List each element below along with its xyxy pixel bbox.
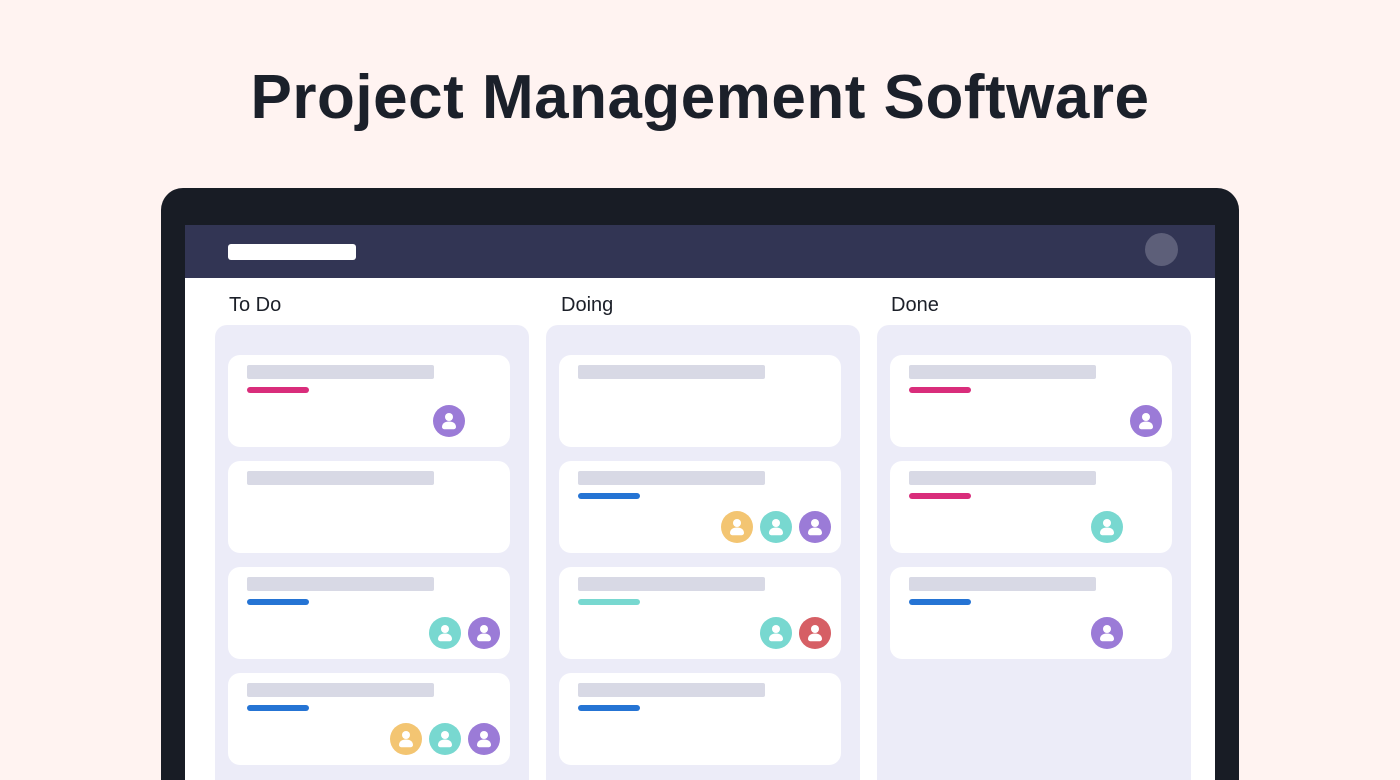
assignee-avatar[interactable] [721,511,753,543]
assignee-list [1130,405,1162,437]
person-icon [730,519,744,536]
card-tag [909,599,971,605]
person-icon [442,413,456,430]
column-title-done: Done [891,294,939,316]
card-title-placeholder [578,577,765,591]
profile-avatar[interactable] [1145,233,1178,266]
card-tag [578,705,640,711]
task-card[interactable] [228,567,510,659]
assignee-avatar[interactable] [799,617,831,649]
task-card[interactable] [890,355,1172,447]
card-title-placeholder [909,577,1096,591]
person-icon [477,625,491,642]
person-icon [808,519,822,536]
card-title-placeholder [247,683,434,697]
person-icon [1100,519,1114,536]
card-tag [578,493,640,499]
app-screen: To Do Doing Done [185,225,1215,780]
assignee-avatar[interactable] [760,511,792,543]
task-card[interactable] [559,355,841,447]
assignee-avatar[interactable] [390,723,422,755]
card-title-placeholder [247,471,434,485]
assignee-avatar[interactable] [1091,617,1123,649]
task-card[interactable] [559,461,841,553]
assignee-avatar[interactable] [799,511,831,543]
card-title-placeholder [247,365,434,379]
task-card[interactable] [559,673,841,765]
person-icon [769,625,783,642]
assignee-list [760,617,831,649]
column-title-to-do: To Do [229,294,282,316]
app-logo[interactable] [228,244,356,260]
assignee-list [721,511,831,543]
card-tag [247,705,309,711]
assignee-list [1091,511,1123,543]
person-icon [1139,413,1153,430]
assignee-avatar[interactable] [468,617,500,649]
task-card[interactable] [228,355,510,447]
column-title-doing: Doing [561,294,614,316]
person-icon [477,731,491,748]
task-card[interactable] [228,461,510,553]
task-card[interactable] [890,461,1172,553]
assignee-list [433,405,465,437]
assignee-list [390,723,500,755]
assignee-avatar[interactable] [760,617,792,649]
assignee-avatar[interactable] [429,723,461,755]
person-icon [438,731,452,748]
person-icon [399,731,413,748]
person-icon [1100,625,1114,642]
task-card[interactable] [890,567,1172,659]
person-icon [769,519,783,536]
task-card[interactable] [228,673,510,765]
assignee-avatar[interactable] [1130,405,1162,437]
card-tag [247,387,309,393]
page: Project Management Software To Do Doing … [0,0,1400,780]
card-title-placeholder [578,683,765,697]
app-header [185,225,1215,278]
card-tag [247,599,309,605]
card-title-placeholder [247,577,434,591]
assignee-list [1091,617,1123,649]
column-done [877,325,1191,780]
person-icon [438,625,452,642]
assignee-avatar[interactable] [1091,511,1123,543]
assignee-avatar[interactable] [433,405,465,437]
card-title-placeholder [578,365,765,379]
page-title: Project Management Software [250,63,1150,132]
card-tag [909,387,971,393]
card-title-placeholder [909,471,1096,485]
column-doing [546,325,860,780]
column-to-do [215,325,529,780]
card-tag [578,599,640,605]
assignee-avatar[interactable] [468,723,500,755]
task-card[interactable] [559,567,841,659]
card-title-placeholder [578,471,765,485]
card-tag [909,493,971,499]
assignee-list [429,617,500,649]
assignee-avatar[interactable] [429,617,461,649]
card-title-placeholder [909,365,1096,379]
person-icon [808,625,822,642]
